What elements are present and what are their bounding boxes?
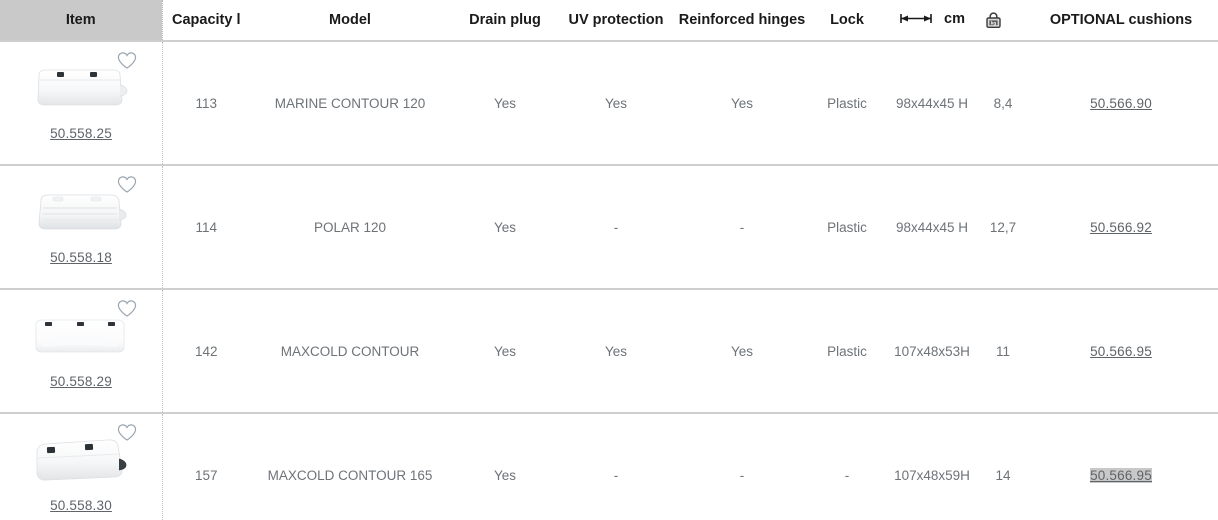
model-value: MAXCOLD CONTOUR (250, 289, 450, 414)
column-header-dimensions[interactable]: cm (882, 0, 982, 42)
drain-plug-value: Yes (450, 41, 560, 166)
cushion-code-link[interactable]: 50.566.92 (1090, 220, 1152, 235)
reinforced-hinges-value: - (672, 165, 812, 290)
cushion-code-link[interactable]: 50.566.95 (1090, 344, 1152, 359)
weight-scale-icon: kg (984, 11, 1022, 30)
table-row: 50.558.18 114 POLAR 120 Yes - - Plastic … (0, 165, 1218, 290)
table-row: 50.558.29 142 MAXCOLD CONTOUR Yes Yes Ye… (0, 289, 1218, 414)
dimension-unit-label: cm (944, 10, 965, 27)
optional-cushions-cell: 50.566.90 (1024, 41, 1218, 166)
dimensions-value: 107x48x53H (882, 289, 982, 414)
model-value: MARINE CONTOUR 120 (250, 41, 450, 166)
uv-protection-value: - (560, 413, 672, 520)
product-spec-table: Item Capacity l Model Drain plug UV prot… (0, 0, 1218, 520)
drain-plug-value: Yes (450, 289, 560, 414)
item-cell: 50.558.30 (0, 413, 163, 520)
cushion-code-link[interactable]: 50.566.95 (1090, 467, 1152, 483)
dimensions-value: 107x48x59H (882, 413, 982, 520)
column-header-reinforced-hinges[interactable]: Reinforced hinges (672, 0, 812, 42)
table-body: 50.558.25 113 MARINE CONTOUR 120 Yes Yes… (0, 41, 1218, 520)
svg-text:kg: kg (991, 20, 997, 25)
header-row: Item Capacity l Model Drain plug UV prot… (0, 0, 1218, 42)
cushion-code-link[interactable]: 50.566.90 (1090, 96, 1152, 111)
item-code-link[interactable]: 50.558.30 (50, 498, 112, 513)
column-header-model[interactable]: Model (250, 0, 450, 42)
dimension-arrow-icon (899, 12, 943, 25)
column-header-optional-cushions[interactable]: OPTIONAL cushions (1024, 0, 1218, 42)
product-comparison-page: Item Capacity l Model Drain plug UV prot… (0, 0, 1218, 520)
product-image[interactable] (29, 307, 133, 365)
column-header-item[interactable]: Item (0, 0, 163, 42)
column-header-capacity[interactable]: Capacity l (162, 0, 250, 42)
weight-value: 14 (982, 413, 1024, 520)
uv-protection-value: Yes (560, 41, 672, 166)
dimensions-value: 98x44x45 H (882, 165, 982, 290)
item-code-link[interactable]: 50.558.25 (50, 126, 112, 141)
column-header-lock[interactable]: Lock (812, 0, 882, 42)
drain-plug-value: Yes (450, 413, 560, 520)
item-code-link[interactable]: 50.558.18 (50, 250, 112, 265)
table-header: Item Capacity l Model Drain plug UV prot… (0, 0, 1218, 42)
lock-value: Plastic (812, 165, 882, 290)
lock-value: Plastic (812, 289, 882, 414)
column-header-uv-protection[interactable]: UV protection (560, 0, 672, 42)
capacity-value: 114 (162, 165, 250, 290)
optional-cushions-cell: 50.566.95 (1024, 413, 1218, 520)
uv-protection-value: - (560, 165, 672, 290)
lock-value: - (812, 413, 882, 520)
item-cell: 50.558.18 (0, 165, 163, 290)
item-cell: 50.558.29 (0, 289, 163, 414)
optional-cushions-cell: 50.566.95 (1024, 289, 1218, 414)
capacity-value: 113 (162, 41, 250, 166)
product-image[interactable] (29, 183, 133, 241)
table-row: 50.558.30 157 MAXCOLD CONTOUR 165 Yes - … (0, 413, 1218, 520)
product-image[interactable] (29, 431, 133, 489)
reinforced-hinges-value: - (672, 413, 812, 520)
weight-value: 11 (982, 289, 1024, 414)
model-value: MAXCOLD CONTOUR 165 (250, 413, 450, 520)
capacity-value: 157 (162, 413, 250, 520)
model-value: POLAR 120 (250, 165, 450, 290)
dimensions-value: 98x44x45 H (882, 41, 982, 166)
drain-plug-value: Yes (450, 165, 560, 290)
table-row: 50.558.25 113 MARINE CONTOUR 120 Yes Yes… (0, 41, 1218, 166)
product-image[interactable] (29, 59, 133, 117)
item-cell: 50.558.25 (0, 41, 163, 166)
column-header-weight[interactable]: kg (982, 0, 1024, 42)
reinforced-hinges-value: Yes (672, 289, 812, 414)
capacity-value: 142 (162, 289, 250, 414)
weight-value: 12,7 (982, 165, 1024, 290)
item-code-link[interactable]: 50.558.29 (50, 374, 112, 389)
weight-value: 8,4 (982, 41, 1024, 166)
optional-cushions-cell: 50.566.92 (1024, 165, 1218, 290)
uv-protection-value: Yes (560, 289, 672, 414)
column-header-drain-plug[interactable]: Drain plug (450, 0, 560, 42)
reinforced-hinges-value: Yes (672, 41, 812, 166)
lock-value: Plastic (812, 41, 882, 166)
